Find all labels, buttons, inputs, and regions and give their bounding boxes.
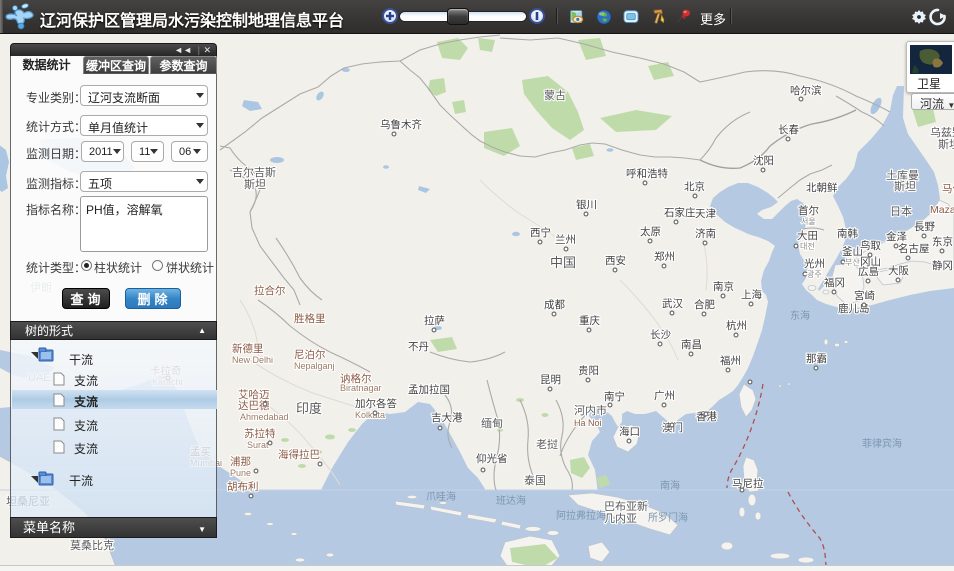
- svg-text:南韩: 南韩: [837, 227, 858, 240]
- svg-text:孟加拉国: 孟加拉国: [408, 383, 450, 396]
- svg-text:Kolkata: Kolkata: [355, 410, 385, 420]
- svg-text:广州: 广州: [654, 390, 675, 402]
- svg-text:菲律宾海: 菲律宾海: [862, 437, 902, 450]
- svg-text:광주: 광주: [807, 269, 822, 279]
- svg-text:巴布亚新: 巴布亚新: [604, 499, 648, 513]
- svg-text:不丹: 不丹: [408, 341, 429, 353]
- svg-text:宮崎: 宮崎: [854, 289, 875, 302]
- svg-text:那霸: 那霸: [806, 353, 827, 365]
- svg-text:杭州: 杭州: [726, 319, 747, 332]
- svg-text:乌鲁木齐: 乌鲁木齐: [380, 118, 422, 131]
- svg-text:太原: 太原: [640, 225, 661, 238]
- svg-text:印度: 印度: [296, 401, 322, 416]
- svg-text:拉合尔: 拉合尔: [254, 284, 286, 297]
- svg-text:长沙: 长沙: [650, 329, 671, 341]
- svg-text:乌兹别: 乌兹别: [930, 125, 954, 139]
- svg-text:日本: 日本: [890, 204, 912, 218]
- svg-text:福州: 福州: [720, 354, 741, 367]
- svg-text:武汉: 武汉: [662, 297, 683, 310]
- svg-text:马什: 马什: [942, 183, 954, 195]
- svg-text:石家庄: 石家庄: [664, 206, 696, 219]
- svg-text:서울: 서울: [801, 217, 816, 226]
- svg-text:斯坦: 斯坦: [894, 179, 916, 193]
- svg-text:长春: 长春: [778, 124, 799, 136]
- svg-text:缅甸: 缅甸: [481, 416, 503, 430]
- svg-text:东海: 东海: [790, 309, 810, 322]
- svg-text:南昌: 南昌: [681, 338, 702, 351]
- svg-text:莫桑比克: 莫桑比克: [70, 539, 114, 552]
- svg-text:郑州: 郑州: [654, 250, 675, 263]
- svg-text:阿拉弗拉海: 阿拉弗拉海: [556, 509, 606, 522]
- svg-text:拉萨: 拉萨: [424, 314, 445, 327]
- svg-text:金泽: 金泽: [886, 230, 907, 243]
- svg-text:东京: 东京: [932, 235, 953, 248]
- svg-text:西宁: 西宁: [530, 226, 551, 239]
- svg-text:尼泊尔: 尼泊尔: [294, 348, 326, 361]
- svg-text:银川: 银川: [576, 198, 597, 211]
- svg-text:光州: 光州: [804, 257, 825, 270]
- svg-text:海得拉巴: 海得拉巴: [278, 448, 320, 461]
- svg-text:沈阳: 沈阳: [753, 154, 774, 167]
- svg-text:重庆: 重庆: [579, 314, 600, 327]
- svg-text:首尔: 首尔: [798, 204, 819, 217]
- svg-text:贵阳: 贵阳: [578, 364, 599, 377]
- svg-text:부산: 부산: [845, 257, 860, 267]
- svg-text:呼和浩特: 呼和浩特: [626, 168, 668, 180]
- svg-text:蒙古: 蒙古: [544, 89, 566, 102]
- svg-text:河内市: 河内市: [574, 403, 607, 417]
- svg-text:班达海: 班达海: [496, 494, 526, 507]
- svg-text:福冈: 福冈: [824, 276, 845, 289]
- svg-text:海口: 海口: [619, 425, 640, 438]
- svg-text:南宁: 南宁: [604, 390, 625, 403]
- svg-text:冈山: 冈山: [860, 256, 881, 268]
- svg-text:名古屋: 名古屋: [898, 242, 930, 255]
- svg-text:几内亚: 几内亚: [604, 511, 637, 525]
- svg-text:北朝鲜: 北朝鲜: [806, 181, 838, 194]
- svg-text:鸟取: 鸟取: [860, 239, 881, 252]
- svg-text:Ha Noi: Ha Noi: [574, 418, 602, 428]
- svg-text:老挝: 老挝: [536, 437, 558, 451]
- svg-text:長野: 長野: [914, 221, 935, 233]
- svg-text:马尼拉: 马尼拉: [732, 477, 764, 490]
- svg-text:Maza: Maza: [930, 204, 954, 216]
- svg-text:成都: 成都: [544, 299, 565, 311]
- svg-text:天津: 天津: [695, 208, 716, 220]
- svg-text:南海: 南海: [660, 479, 680, 492]
- svg-text:Biratnagar: Biratnagar: [340, 383, 382, 393]
- svg-text:南京: 南京: [713, 280, 734, 293]
- svg-text:所罗门海: 所罗门海: [648, 511, 688, 524]
- svg-text:吉尔吉斯: 吉尔吉斯: [232, 166, 276, 179]
- svg-text:北京: 北京: [684, 180, 705, 193]
- svg-text:西安: 西安: [605, 254, 626, 267]
- svg-text:吉大港: 吉大港: [431, 411, 463, 424]
- svg-text:斯坦: 斯坦: [244, 177, 266, 191]
- svg-text:大阪: 大阪: [888, 264, 909, 277]
- svg-text:爪哇海: 爪哇海: [426, 490, 456, 503]
- svg-text:胜格里: 胜格里: [294, 312, 326, 325]
- svg-text:泰国: 泰国: [524, 473, 546, 487]
- svg-text:哈尔滨: 哈尔滨: [790, 84, 822, 97]
- svg-text:대전: 대전: [800, 241, 815, 251]
- svg-text:仰光省: 仰光省: [476, 452, 508, 465]
- svg-text:昆明: 昆明: [540, 374, 561, 386]
- svg-text:斯坦: 斯坦: [938, 137, 954, 151]
- svg-text:静冈: 静冈: [932, 259, 953, 272]
- svg-text:中国: 中国: [550, 255, 576, 270]
- svg-text:大田: 大田: [797, 229, 818, 242]
- svg-text:Nepalganj: Nepalganj: [294, 361, 335, 371]
- svg-text:合肥: 合肥: [694, 298, 715, 311]
- svg-text:济南: 济南: [695, 227, 716, 240]
- svg-text:兰州: 兰州: [555, 233, 576, 246]
- svg-text:上海: 上海: [741, 288, 762, 301]
- svg-text:加尔各答: 加尔各答: [355, 397, 397, 410]
